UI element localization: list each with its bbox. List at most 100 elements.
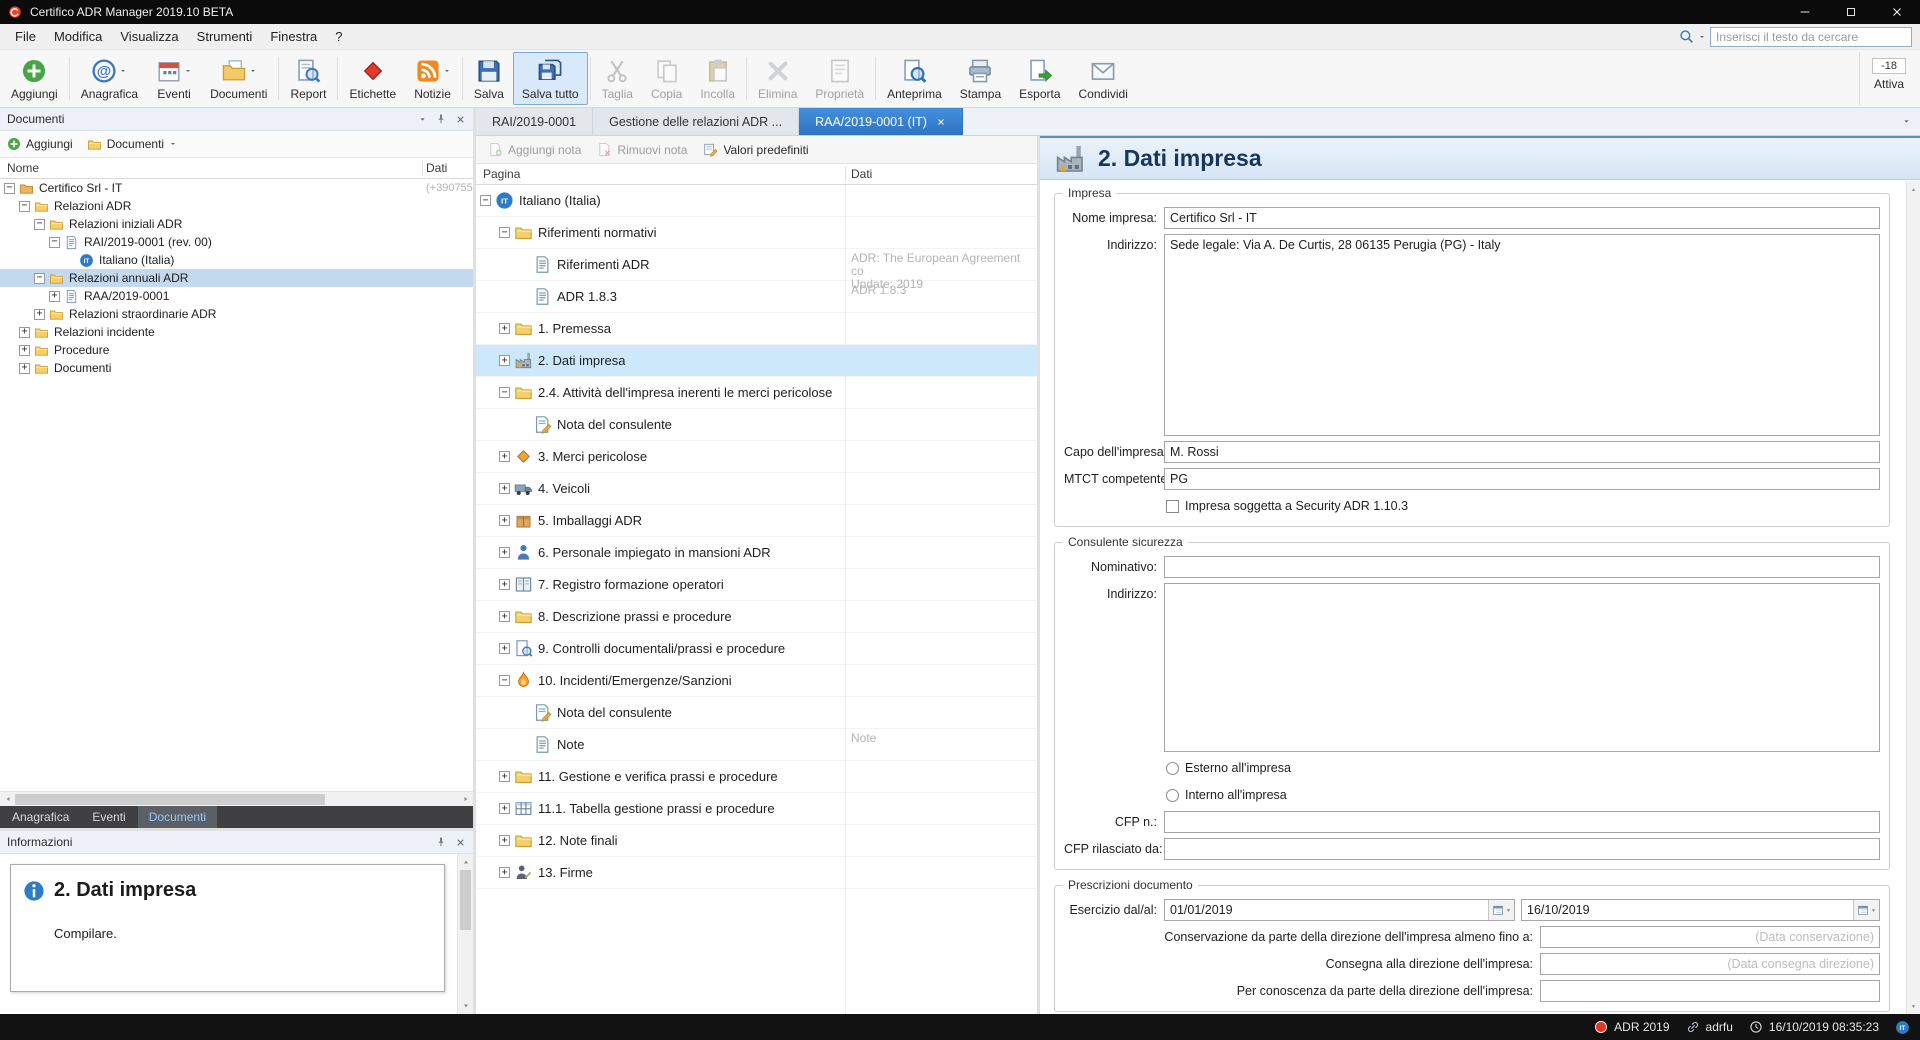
collapse-toggle-icon[interactable]: − <box>19 201 30 212</box>
documents-add-button[interactable]: Aggiungi <box>7 137 73 151</box>
toolbar-button-anteprima[interactable]: Anteprima <box>878 52 951 105</box>
global-search-input[interactable] <box>1710 27 1912 47</box>
search-icon[interactable] <box>1679 29 1694 44</box>
toolbar-button-documenti[interactable]: Documenti <box>201 52 276 105</box>
esercizio-dal-dropdown[interactable] <box>1488 900 1514 920</box>
search-options-chevron-icon[interactable] <box>1698 33 1706 41</box>
expand-toggle-icon[interactable]: + <box>34 309 45 320</box>
cfp-rilasciato-input[interactable] <box>1164 838 1880 860</box>
expand-toggle-icon[interactable]: + <box>499 355 510 366</box>
expand-toggle-icon[interactable]: + <box>19 327 30 338</box>
panel-close-icon[interactable] <box>455 114 466 125</box>
tree-item-13-firme[interactable]: +13. Firme <box>476 857 1037 889</box>
status-language[interactable]: IT <box>1895 1020 1910 1035</box>
tree-item-2-4-attivit-dell-impresa-inerenti-le-merci-pericolose[interactable]: −2.4. Attività dell'impresa inerenti le … <box>476 377 1037 409</box>
expand-toggle-icon[interactable]: + <box>49 291 60 302</box>
scrollbar-thumb[interactable] <box>460 870 471 930</box>
tree-item-relazioni-incidente[interactable]: +Relazioni incidente <box>0 323 473 341</box>
capo-impresa-input[interactable] <box>1164 441 1880 463</box>
column-nome[interactable]: Nome <box>7 161 39 175</box>
column-pagina[interactable]: Pagina <box>483 167 520 181</box>
status-user[interactable]: adrfu <box>1686 1020 1733 1034</box>
tree-item-10-incidenti-emergenze-sanzioni[interactable]: −10. Incidenti/Emergenze/Sanzioni <box>476 665 1037 697</box>
tree-item-8-descrizione-prassi-e-procedure[interactable]: +8. Descrizione prassi e procedure <box>476 601 1037 633</box>
minimize-button[interactable] <box>1782 0 1828 24</box>
collapse-toggle-icon[interactable]: − <box>49 237 60 248</box>
tree-item-riferimenti-normativi[interactable]: −Riferimenti normativi <box>476 217 1037 249</box>
tree-item-3-merci-pericolose[interactable]: +3. Merci pericolose <box>476 441 1037 473</box>
tree-item-4-veicoli[interactable]: +4. Veicoli <box>476 473 1037 505</box>
collapse-toggle-icon[interactable]: − <box>499 227 510 238</box>
documents-filter-dropdown[interactable]: Documenti <box>87 137 177 152</box>
toolbar-button-salva-tutto[interactable]: Salva tutto <box>513 52 588 105</box>
esercizio-al-dropdown[interactable] <box>1853 900 1879 920</box>
column-dati[interactable]: Dati <box>426 161 447 175</box>
esterno-radio[interactable] <box>1166 762 1179 775</box>
panel-menu-chevron-icon[interactable] <box>418 115 427 124</box>
expand-toggle-icon[interactable]: + <box>499 451 510 462</box>
menu-modifica[interactable]: Modifica <box>45 25 111 48</box>
tree-item-procedure[interactable]: +Procedure <box>0 341 473 359</box>
scrollbar-thumb[interactable] <box>15 794 325 805</box>
scroll-down-button[interactable] <box>458 998 473 1014</box>
collapse-toggle-icon[interactable]: − <box>34 273 45 284</box>
tab-overflow-chevron-icon[interactable] <box>1902 117 1911 126</box>
expand-toggle-icon[interactable]: + <box>499 643 510 654</box>
pin-icon[interactable] <box>435 836 447 848</box>
maximize-button[interactable] <box>1828 0 1874 24</box>
column-dati[interactable]: Dati <box>851 167 872 181</box>
panel-close-icon[interactable] <box>455 837 466 848</box>
expand-toggle-icon[interactable]: + <box>499 483 510 494</box>
tree-item-9-controlli-documentali-prassi-e-procedure[interactable]: +9. Controlli documentali/prassi e proce… <box>476 633 1037 665</box>
menu-item[interactable]: ? <box>326 25 351 48</box>
close-window-button[interactable] <box>1874 0 1920 24</box>
menu-visualizza[interactable]: Visualizza <box>111 25 187 48</box>
toolbar-button-anagrafica[interactable]: @Anagrafica <box>72 52 147 105</box>
tree-item-relazioni-annuali-adr[interactable]: −Relazioni annuali ADR <box>0 269 473 287</box>
expand-toggle-icon[interactable]: + <box>499 547 510 558</box>
mtct-input[interactable] <box>1164 468 1880 490</box>
pin-icon[interactable] <box>435 113 447 125</box>
toolbar-button-condividi[interactable]: Condividi <box>1070 52 1137 105</box>
tree-item-italiano-italia[interactable]: −ITItaliano (Italia) <box>476 185 1037 217</box>
tree-item-relazioni-straordinarie-adr[interactable]: +Relazioni straordinarie ADR <box>0 305 473 323</box>
collapse-toggle-icon[interactable]: − <box>499 387 510 398</box>
collapse-toggle-icon[interactable]: − <box>4 183 15 194</box>
tree-item-1-premessa[interactable]: +1. Premessa <box>476 313 1037 345</box>
toolbar-button-etichette[interactable]: Etichette <box>340 52 405 105</box>
license-status[interactable]: -18 Attiva <box>1859 52 1918 105</box>
conoscenza-input[interactable] <box>1540 980 1880 1002</box>
expand-toggle-icon[interactable]: + <box>499 803 510 814</box>
menu-finestra[interactable]: Finestra <box>261 25 326 48</box>
scroll-up-button[interactable] <box>458 854 473 870</box>
cfp-input[interactable] <box>1164 811 1880 833</box>
expand-toggle-icon[interactable]: + <box>19 363 30 374</box>
esercizio-dal-field[interactable]: 01/01/2019 <box>1164 899 1515 921</box>
document-tab-gestione-delle-relazioni-adr[interactable]: Gestione delle relazioni ADR ... <box>593 108 799 135</box>
tree-item-note[interactable]: NoteNote <box>476 729 1037 761</box>
scroll-down-button[interactable] <box>1907 998 1920 1014</box>
indirizzo-consulente-textarea[interactable] <box>1164 583 1880 752</box>
scrollbar-track[interactable] <box>15 792 458 806</box>
tree-item-relazioni-adr[interactable]: −Relazioni ADR <box>0 197 473 215</box>
tree-item-documenti[interactable]: +Documenti <box>0 359 473 377</box>
dock-tab-anagrafica[interactable]: Anagrafica <box>1 806 80 828</box>
toolbar-button-eventi[interactable]: Eventi <box>147 52 201 105</box>
tree-item-7-registro-formazione-operatori[interactable]: +7. Registro formazione operatori <box>476 569 1037 601</box>
tree-item-nota-del-consulente[interactable]: Nota del consulente <box>476 697 1037 729</box>
tree-item-rai-2019-0001-rev-00[interactable]: −RAI/2019-0001 (rev. 00) <box>0 233 473 251</box>
interno-radio[interactable] <box>1166 789 1179 802</box>
tree-item-certifico-srl-it[interactable]: −Certifico Srl - IT(+3907555 <box>0 179 473 197</box>
expand-toggle-icon[interactable]: + <box>499 611 510 622</box>
toolbar-button-esporta[interactable]: Esporta <box>1010 52 1069 105</box>
tree-item-12-note-finali[interactable]: +12. Note finali <box>476 825 1037 857</box>
scroll-up-button[interactable] <box>1907 181 1920 197</box>
toolbar-button-notizie[interactable]: Notizie <box>405 52 460 105</box>
status-adr[interactable]: ADR 2019 <box>1594 1020 1669 1034</box>
scroll-left-button[interactable] <box>0 792 15 806</box>
expand-toggle-icon[interactable]: + <box>499 835 510 846</box>
toolbar-button-salva[interactable]: Salva <box>465 52 513 105</box>
tree-item-5-imballaggi-adr[interactable]: +5. Imballaggi ADR <box>476 505 1037 537</box>
tree-item-italiano-italia[interactable]: ITItaliano (Italia) <box>0 251 473 269</box>
security-adr-checkbox[interactable] <box>1166 500 1179 513</box>
